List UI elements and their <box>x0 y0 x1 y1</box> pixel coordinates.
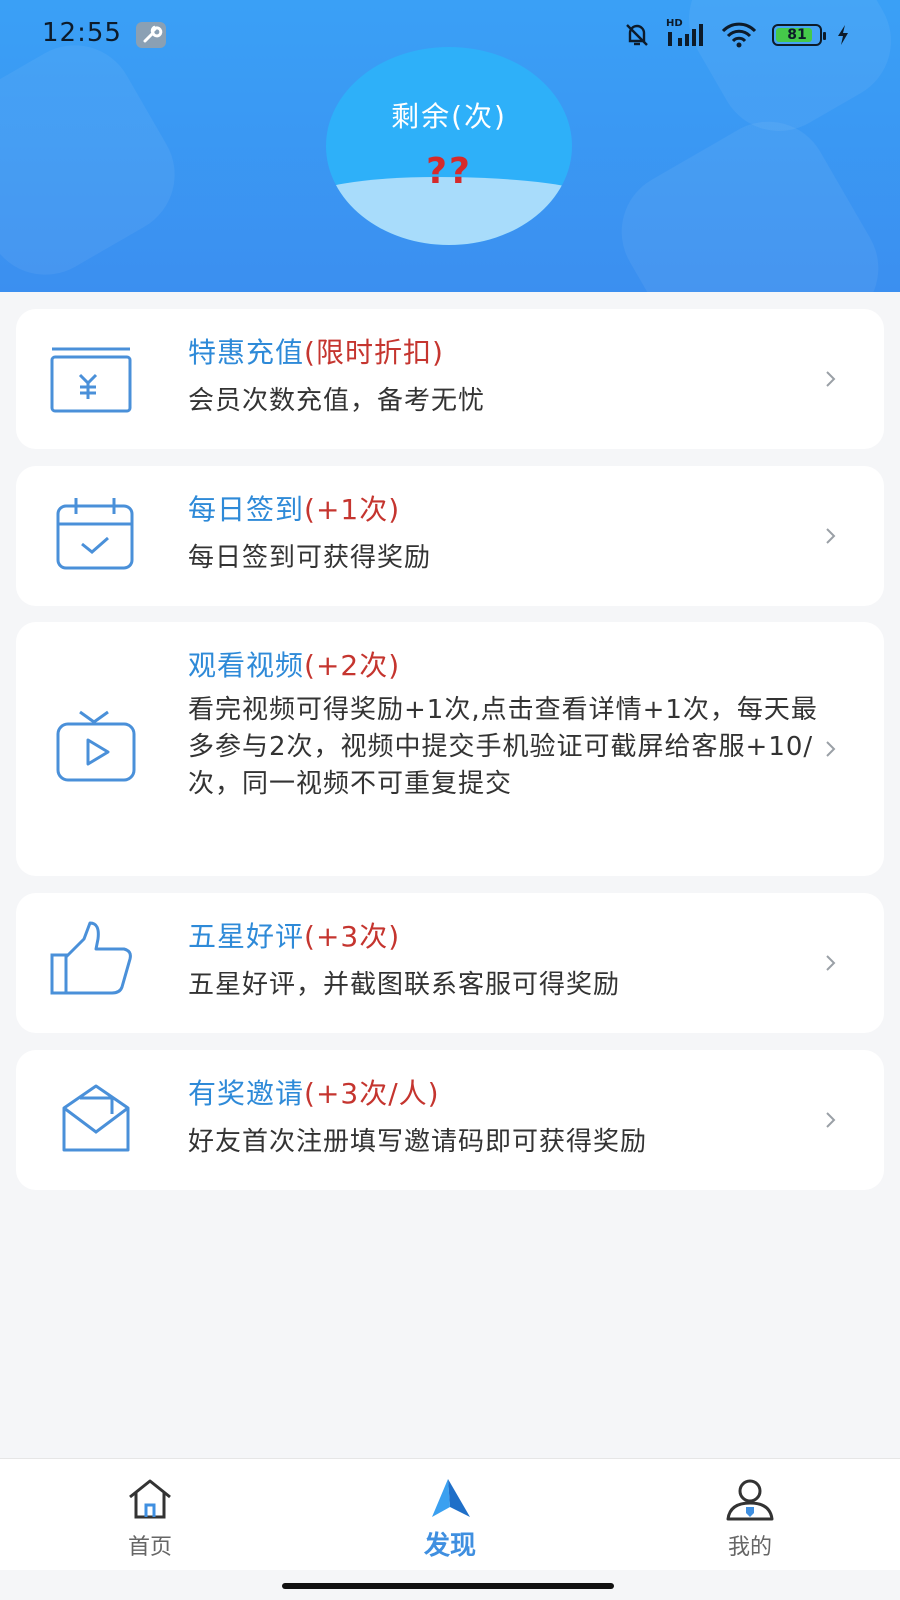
envelope-icon <box>62 1084 130 1152</box>
signal-icon: HD <box>666 18 706 48</box>
card-title: 每日签到(+1次) <box>188 493 401 526</box>
header-banner: 12:55 HD 81 剩余(次) ?? <box>0 0 900 292</box>
card-title: 有奖邀请(+3次/人) <box>188 1077 440 1110</box>
charging-icon <box>838 25 848 45</box>
card-desc: 好友首次注册填写邀请码即可获得奖励 <box>188 1127 648 1157</box>
chevron-right-icon <box>826 741 836 757</box>
remaining-count: ?? <box>426 151 472 192</box>
header-decoration <box>599 99 900 292</box>
status-icons: HD 81 <box>622 18 850 50</box>
card-desc: 每日签到可获得奖励 <box>188 543 432 573</box>
chevron-right-icon <box>826 371 836 387</box>
tab-label: 发现 <box>423 1531 476 1561</box>
wifi-icon <box>721 22 757 48</box>
home-indicator[interactable] <box>282 1583 614 1589</box>
card-five-star-review[interactable]: 五星好评(+3次) 五星好评，并截图联系客服可得奖励 <box>16 893 884 1033</box>
remaining-label: 剩余(次) <box>391 100 507 133</box>
profile-icon <box>726 1479 774 1521</box>
chevron-right-icon <box>826 528 836 544</box>
card-title: 特惠充值(限时折扣) <box>188 336 444 369</box>
card-title: 五星好评(+3次) <box>188 920 401 953</box>
bottom-tab-bar: 首页 发现 我的 <box>0 1458 900 1570</box>
chevron-right-icon <box>826 955 836 971</box>
tv-play-icon <box>56 710 136 782</box>
tab-mine[interactable]: 我的 <box>650 1459 850 1571</box>
tab-home[interactable]: 首页 <box>50 1459 250 1571</box>
card-desc: 会员次数充值，备考无忧 <box>188 386 486 416</box>
card-title: 观看视频(+2次) <box>188 649 401 682</box>
bell-muted-icon <box>626 24 648 46</box>
card-desc: 五星好评，并截图联系客服可得奖励 <box>188 970 621 1000</box>
tab-label: 我的 <box>727 1535 772 1560</box>
tab-label: 首页 <box>127 1535 172 1560</box>
card-recharge[interactable]: 特惠充值(限时折扣) 会员次数充值，备考无忧 <box>16 309 884 449</box>
battery-indicator: 81 <box>772 24 826 46</box>
card-desc: 看完视频可得奖励+1次,点击查看详情+1次，每天最多参与2次，视频中提交手机验证… <box>188 695 818 799</box>
card-watch-video[interactable]: 观看视频(+2次) 看完视频可得奖励+1次,点击查看详情+1次，每天最多参与2次… <box>16 622 884 876</box>
remaining-count-bubble: 剩余(次) ?? <box>326 47 572 245</box>
calendar-check-icon <box>56 498 134 570</box>
status-time: 12:55 <box>42 18 122 48</box>
tab-discover[interactable]: 发现 <box>350 1459 550 1571</box>
card-daily-checkin[interactable]: 每日签到(+1次) 每日签到可获得奖励 <box>16 466 884 606</box>
chevron-right-icon <box>826 1112 836 1128</box>
recharge-yen-icon <box>50 347 132 413</box>
home-icon <box>129 1479 171 1519</box>
card-invite-reward[interactable]: 有奖邀请(+3次/人) 好友首次注册填写邀请码即可获得奖励 <box>16 1050 884 1190</box>
wrench-icon <box>136 22 166 48</box>
discover-arrow-icon <box>432 1479 470 1517</box>
thumbs-up-icon <box>50 921 132 995</box>
